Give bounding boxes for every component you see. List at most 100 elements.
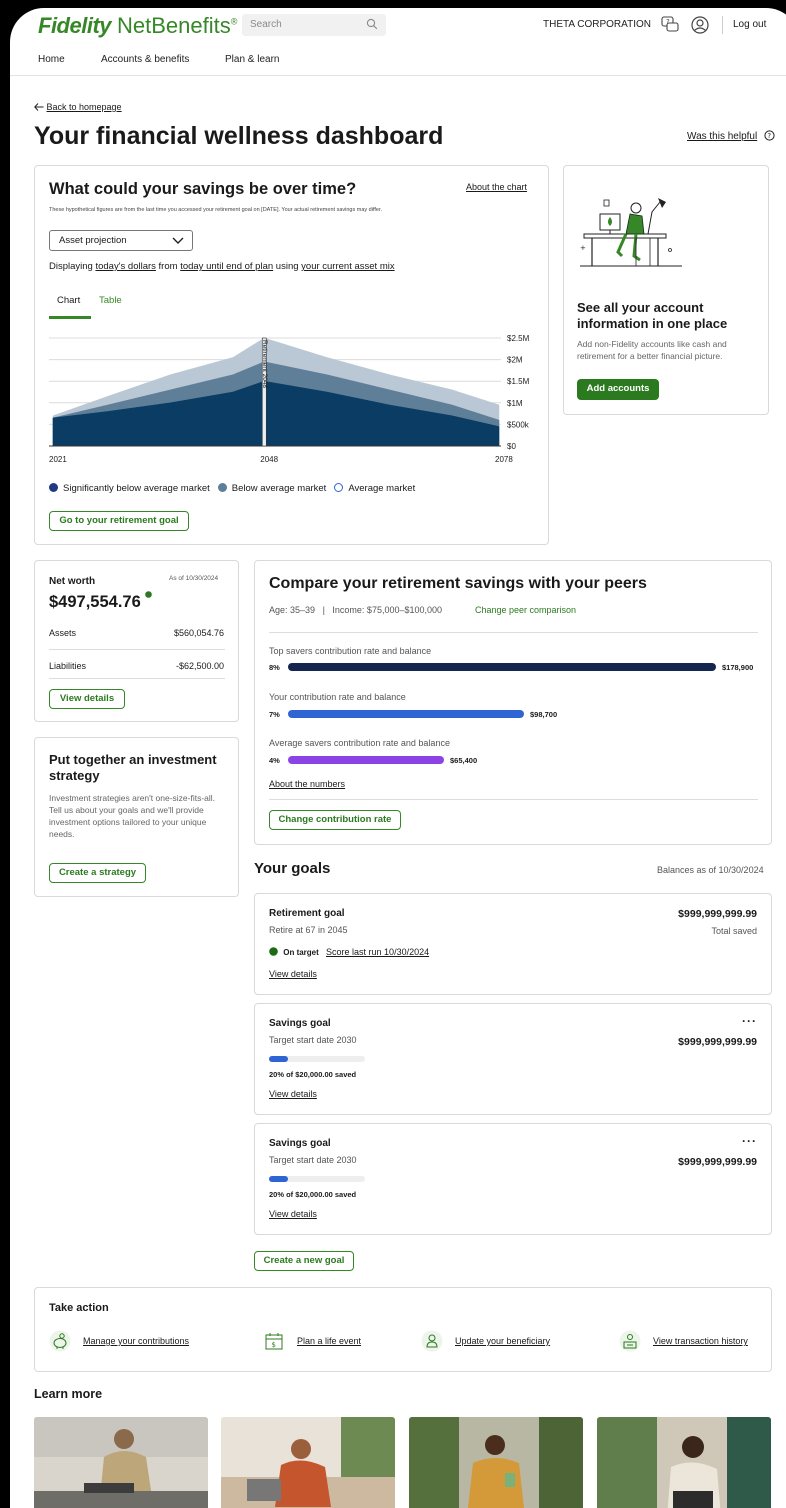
back-link-label: Back to homepage (46, 102, 122, 112)
projection-title: What could your savings be over time? (49, 180, 357, 198)
goal-sub: Target start date 2030 (269, 1155, 357, 1165)
select-value: Asset projection (59, 235, 127, 246)
back-link[interactable]: Back to homepage (34, 102, 122, 112)
net-worth-details-button[interactable]: View details (49, 689, 125, 709)
retirement-goal-button[interactable]: Go to your retirement goal (49, 511, 189, 531)
search-input[interactable]: Search (242, 14, 386, 36)
action-view-transactions[interactable]: View transaction history (619, 1330, 748, 1352)
tab-chart[interactable]: Chart (57, 295, 80, 306)
action-label: Manage your contributions (83, 1336, 190, 1346)
app-screen: Fidelity NetBenefits® Search THETA CORPOR… (10, 8, 786, 1508)
about-numbers-link[interactable]: About the numbers (269, 779, 345, 789)
about-chart-link[interactable]: About the chart (466, 182, 527, 192)
search-placeholder: Search (250, 19, 282, 30)
investment-strategy-card: Put together an investment strategy Inve… (34, 737, 239, 897)
score-link[interactable]: Score last run 10/30/2024 (326, 947, 429, 957)
profile-icon[interactable] (690, 15, 710, 35)
displaying-prefix: Displaying (49, 261, 93, 272)
promo-title: See all your account information in one … (577, 300, 728, 331)
y-tick-label: $1.5M (507, 377, 530, 386)
retirement-view-details[interactable]: View details (269, 969, 317, 979)
arrow-left-icon (34, 103, 44, 111)
status-text: On target (283, 948, 319, 957)
divider (269, 632, 758, 633)
goal-progress-bar (269, 1056, 365, 1062)
goal-name: Savings goal (269, 1138, 331, 1149)
fidelity-logo[interactable]: Fidelity NetBenefits® (38, 13, 237, 39)
learn-article-image[interactable] (597, 1417, 771, 1508)
legend-label: Average market (348, 483, 416, 494)
display-options: Displaying today's dollars from today un… (49, 261, 395, 272)
learn-article-image[interactable] (221, 1417, 395, 1508)
projection-subtitle: These hypothetical figures are from the … (49, 207, 383, 213)
change-contribution-button[interactable]: Change contribution rate (269, 810, 401, 830)
x-tick-label: 2021 (49, 455, 67, 464)
peer-title: Compare your retirement savings with you… (269, 575, 647, 592)
change-peer-link[interactable]: Change peer comparison (475, 605, 576, 615)
peer-bar-you (288, 710, 524, 718)
logout-link[interactable]: Log out (733, 19, 766, 30)
logo-product: NetBenefits (117, 13, 231, 38)
company-name: THETA CORPORATION (543, 19, 651, 30)
net-worth-asof: As of 10/30/2024 (169, 575, 219, 582)
goal-amount-label: Total saved (711, 926, 757, 936)
peer-income: Income: $75,000–$100,000 (332, 605, 443, 615)
info-dot-icon[interactable] (145, 591, 153, 598)
assets-value: $560,054.76 (173, 628, 224, 638)
logo-mark: ® (230, 16, 238, 27)
projection-area-chart: $2.5M $2M $1.5M $1M $500k $0 Retirement 2048 20… (49, 334, 530, 464)
add-accounts-card: + See all your account information in on… (563, 165, 769, 415)
goal-progress-bar (269, 1176, 365, 1182)
action-manage-contributions[interactable]: Manage your contributions (49, 1330, 189, 1352)
peer-row-rate: 4% (269, 756, 280, 765)
dollars-option-link[interactable]: today's dollars (95, 261, 155, 272)
nav-plan-learn[interactable]: Plan & learn (225, 54, 279, 65)
x-tick-label: 2078 (495, 455, 513, 464)
add-accounts-button[interactable]: Add accounts (577, 379, 659, 400)
learn-article-image[interactable] (34, 1417, 208, 1508)
was-this-helpful[interactable]: Was this helpful ? (687, 130, 775, 142)
chart-legend: Significantly below average market Below… (49, 483, 415, 494)
peer-row-label: Average savers contribution rate and bal… (269, 738, 450, 748)
create-strategy-button[interactable]: Create a strategy (49, 863, 146, 883)
more-options-icon[interactable]: ··· (742, 1134, 757, 1148)
y-tick-label: $1M (507, 399, 523, 408)
nav-home[interactable]: Home (38, 54, 65, 65)
range-option-link[interactable]: today until end of plan (180, 261, 273, 272)
take-action-title: Take action (49, 1302, 109, 1314)
peer-row-rate: 7% (269, 710, 280, 719)
person-icon (421, 1330, 443, 1352)
svg-text:+: + (580, 244, 586, 252)
goal-progress-fill (269, 1176, 289, 1182)
goal-sub: Target start date 2030 (269, 1035, 357, 1045)
transaction-history-icon (619, 1330, 641, 1352)
savings-view-details[interactable]: View details (269, 1089, 317, 1099)
y-tick-label: $0 (507, 442, 516, 451)
search-icon (366, 18, 378, 30)
net-worth-label: Net worth (49, 576, 96, 587)
active-tab-indicator (49, 316, 91, 319)
legend-dot (334, 483, 344, 492)
tab-table[interactable]: Table (99, 295, 122, 306)
goal-name: Savings goal (269, 1018, 331, 1029)
asset-mix-option-link[interactable]: your current asset mix (301, 261, 394, 272)
help-chat-icon[interactable]: ? (660, 15, 680, 35)
savings-view-details[interactable]: View details (269, 1209, 317, 1219)
action-update-beneficiary[interactable]: Update your beneficiary (421, 1330, 550, 1352)
peer-row-label: Your contribution rate and balance (269, 692, 406, 702)
action-plan-life-event[interactable]: $ Plan a life event (263, 1330, 361, 1352)
create-goal-button[interactable]: Create a new goal (254, 1251, 354, 1271)
x-tick-label: 2048 (260, 455, 278, 464)
peer-row-balance: $65,400 (450, 756, 478, 765)
projection-type-select[interactable]: Asset projection (49, 230, 193, 251)
peer-separator: | (322, 605, 325, 615)
peer-row-label: Top savers contribution rate and balance (269, 646, 432, 656)
savings-goal-card: Savings goal ··· Target start date 2030 … (254, 1123, 772, 1235)
savings-goal-card: Savings goal ··· Target start date 2030 … (254, 1003, 772, 1115)
peer-row-balance: $98,700 (530, 710, 558, 719)
nav-accounts-benefits[interactable]: Accounts & benefits (101, 54, 189, 65)
more-options-icon[interactable]: ··· (742, 1014, 757, 1028)
goal-name: Retirement goal (269, 908, 345, 919)
svg-text:?: ? (767, 132, 771, 140)
learn-article-image[interactable] (409, 1417, 583, 1508)
